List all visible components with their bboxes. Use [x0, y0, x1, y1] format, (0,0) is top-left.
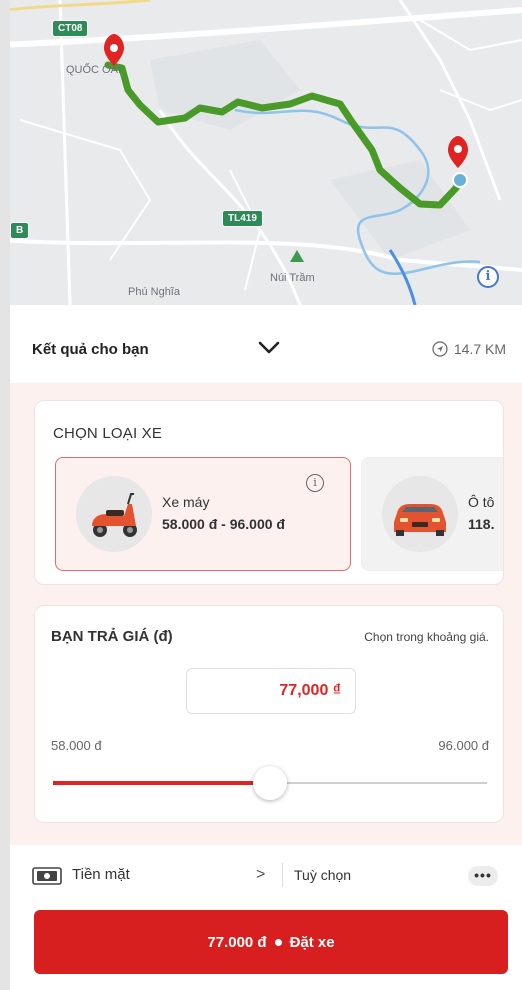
distance-readout: 14.7 KM [432, 341, 506, 357]
map-canvas [0, 0, 522, 305]
map-info-icon[interactable]: i [477, 266, 499, 288]
navigation-icon [432, 341, 448, 357]
chevron-right-icon[interactable]: > [256, 866, 265, 884]
vehicle-option-motorbike[interactable]: Xe máy 58.000 đ - 96.000 đ i [55, 457, 351, 571]
book-ride-button[interactable]: 77.000 đ Đặt xe [34, 910, 508, 974]
chevron-down-icon[interactable] [256, 338, 282, 358]
map-label-quoc-oai: QUỐC OAI [66, 64, 122, 76]
payment-bar: Tiền mặt > Tuỳ chọn ••• [10, 845, 522, 905]
options-label[interactable]: Tuỳ chọn [294, 867, 351, 883]
cash-icon [32, 867, 62, 885]
current-location-icon [452, 172, 468, 188]
price-slider-fill [53, 781, 270, 785]
vehicle-price-motorbike: 58.000 đ - 96.000 đ [162, 516, 285, 532]
more-options-button[interactable]: ••• [468, 866, 498, 886]
booking-sheet: CHỌN LOẠI XE Xe máy 58.000 đ - 96.000 đ … [10, 383, 522, 845]
book-amount: 77.000 đ [207, 933, 267, 951]
offer-price-card: BẠN TRẢ GIÁ (đ) Chọn trong khoảng giá. 7… [34, 605, 504, 823]
info-icon[interactable]: i [306, 474, 324, 492]
separator-dot [274, 938, 282, 946]
car-icon [394, 504, 446, 536]
left-edge [0, 0, 10, 990]
vehicle-name-motorbike: Xe máy [162, 494, 210, 510]
vehicle-type-title: CHỌN LOẠI XE [53, 425, 163, 442]
route-map[interactable]: CT08 TL419 B QUỐC OAI Phú Nghĩa Núi Trầm… [0, 0, 522, 305]
price-input[interactable]: 77,000 ₫ [186, 668, 356, 714]
road-badge-tl419: TL419 [222, 210, 263, 227]
price-min-label: 58.000 đ [51, 738, 102, 753]
offer-price-title: BẠN TRẢ GIÁ (đ) [51, 628, 173, 645]
payment-method-label[interactable]: Tiền mặt [72, 866, 130, 883]
map-label-phu-nghia: Phú Nghĩa [128, 286, 180, 298]
road-badge-ct08: CT08 [52, 20, 89, 37]
vehicle-image-circle [76, 476, 152, 552]
vehicle-type-card: CHỌN LOẠI XE Xe máy 58.000 đ - 96.000 đ … [34, 400, 504, 585]
book-label: Đặt xe [289, 933, 335, 951]
offer-price-hint: Chọn trong khoảng giá. [364, 630, 489, 644]
payment-divider [282, 863, 283, 887]
scooter-icon [92, 493, 137, 537]
results-header: Kết quả cho bạn 14.7 KM [10, 305, 522, 383]
map-label-nui-tram: Núi Trầm [270, 272, 315, 284]
results-title: Kết quả cho bạn [32, 341, 149, 358]
price-slider-thumb[interactable] [253, 766, 287, 800]
road-badge-edge: B [10, 222, 30, 239]
vehicle-name-car: Ô tô [468, 494, 495, 510]
vehicle-price-car: 118. [468, 516, 495, 532]
vehicle-option-car[interactable]: Ô tô 118. [361, 457, 503, 571]
price-max-label: 96.000 đ [438, 738, 489, 753]
distance-value: 14.7 KM [453, 341, 506, 357]
price-slider[interactable] [53, 766, 487, 800]
vehicle-image-circle [382, 476, 458, 552]
